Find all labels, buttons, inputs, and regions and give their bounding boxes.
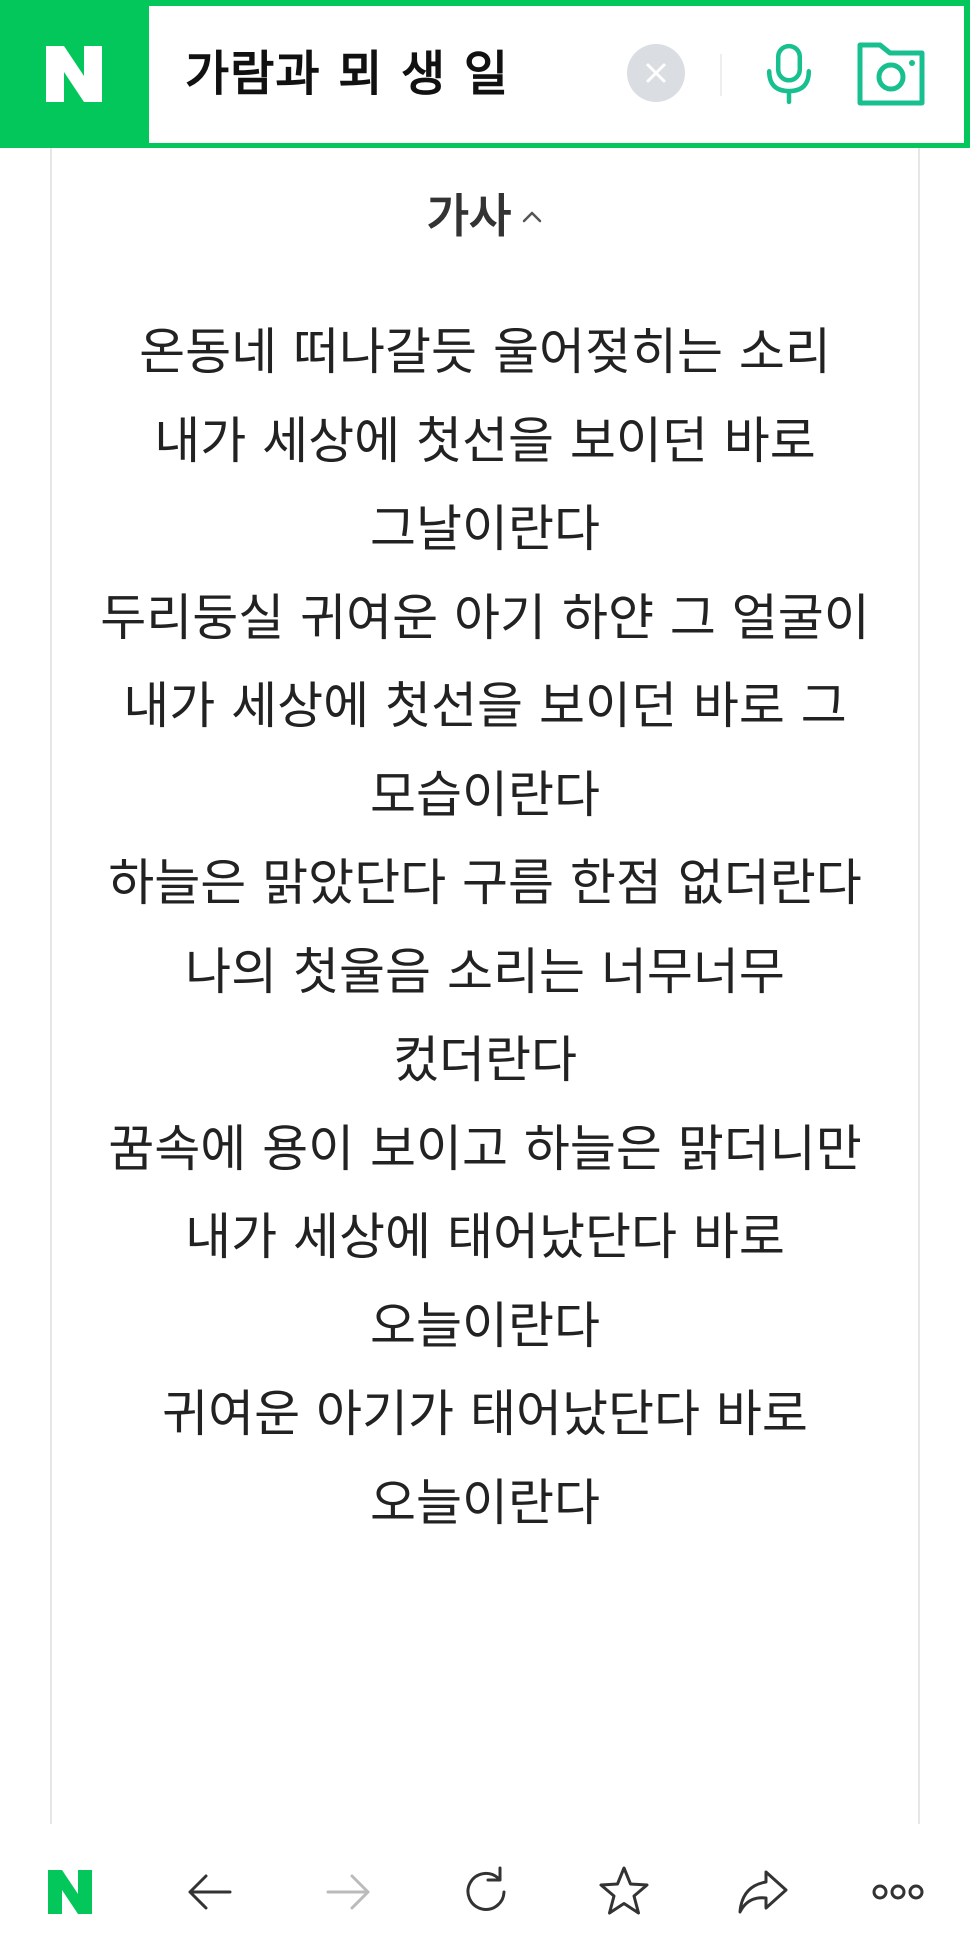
bookmark-star-icon	[599, 1866, 649, 1915]
lyric-line: 하늘은 맑았단다 구름 한점 없더란다	[108, 854, 862, 912]
chevron-up-icon	[523, 211, 542, 223]
lyric-line: 온동네 떠나갈듯 울어젖히는 소리	[139, 323, 831, 381]
bottom-toolbar	[0, 1824, 970, 1958]
lyric-line: 내가 세상에 첫선을 보이던 바로 그 모습이란다	[123, 677, 847, 824]
naver-home-icon	[48, 1870, 92, 1914]
more-button[interactable]	[858, 1852, 938, 1932]
voice-search-button[interactable]	[752, 34, 826, 114]
refresh-icon	[466, 1866, 506, 1911]
lyrics-title: 가사	[426, 189, 512, 243]
back-arrow-icon	[188, 1874, 232, 1910]
lyric-line: 귀여운 아기가 태어났단다 바로 오늘이란다	[162, 1385, 808, 1532]
lens-search-button[interactable]	[849, 34, 933, 114]
divider	[720, 54, 722, 96]
lyric-line: 두리둥실 귀여운 아기 하얀 그 얼굴이	[100, 588, 870, 647]
share-icon	[738, 1870, 788, 1914]
lyrics-card: 가사 온동네 떠나갈듯 울어젖히는 소리 내가 세상에 첫선을 보이던 바로 그…	[50, 148, 920, 1824]
close-icon	[646, 63, 666, 83]
search-header: 가람과 뫼 생 일	[0, 0, 970, 148]
search-bar[interactable]: 가람과 뫼 생 일	[149, 6, 964, 143]
more-icon	[872, 1884, 924, 1900]
naver-logo-button[interactable]	[0, 0, 148, 148]
lyric-line: 꿈속에 용이 보이고 하늘은 맑더니만	[108, 1119, 862, 1178]
clear-search-button[interactable]	[627, 44, 685, 102]
lyric-line: 내가 세상에 태어났단다 바로 오늘이란다	[185, 1208, 785, 1355]
lyric-line: 내가 세상에 첫선을 보이던 바로 그날이란다	[154, 411, 816, 559]
lyrics-toggle[interactable]: 가사	[52, 168, 918, 258]
share-button[interactable]	[722, 1852, 802, 1932]
lyrics-text: 온동네 떠나갈듯 울어젖히는 소리 내가 세상에 첫선을 보이던 바로 그날이란…	[52, 308, 918, 1547]
naver-logo-icon	[46, 46, 102, 102]
back-button[interactable]	[170, 1852, 250, 1932]
forward-arrow-icon	[326, 1874, 370, 1910]
home-button[interactable]	[30, 1852, 110, 1932]
refresh-button[interactable]	[446, 1852, 526, 1932]
bookmark-button[interactable]	[584, 1852, 664, 1932]
microphone-icon	[766, 43, 812, 105]
lyric-line: 나의 첫울음 소리는 너무너무 컸더란다	[185, 942, 785, 1090]
camera-lens-icon	[857, 42, 925, 106]
search-input[interactable]: 가람과 뫼 생 일	[185, 6, 509, 143]
forward-button[interactable]	[308, 1852, 388, 1932]
